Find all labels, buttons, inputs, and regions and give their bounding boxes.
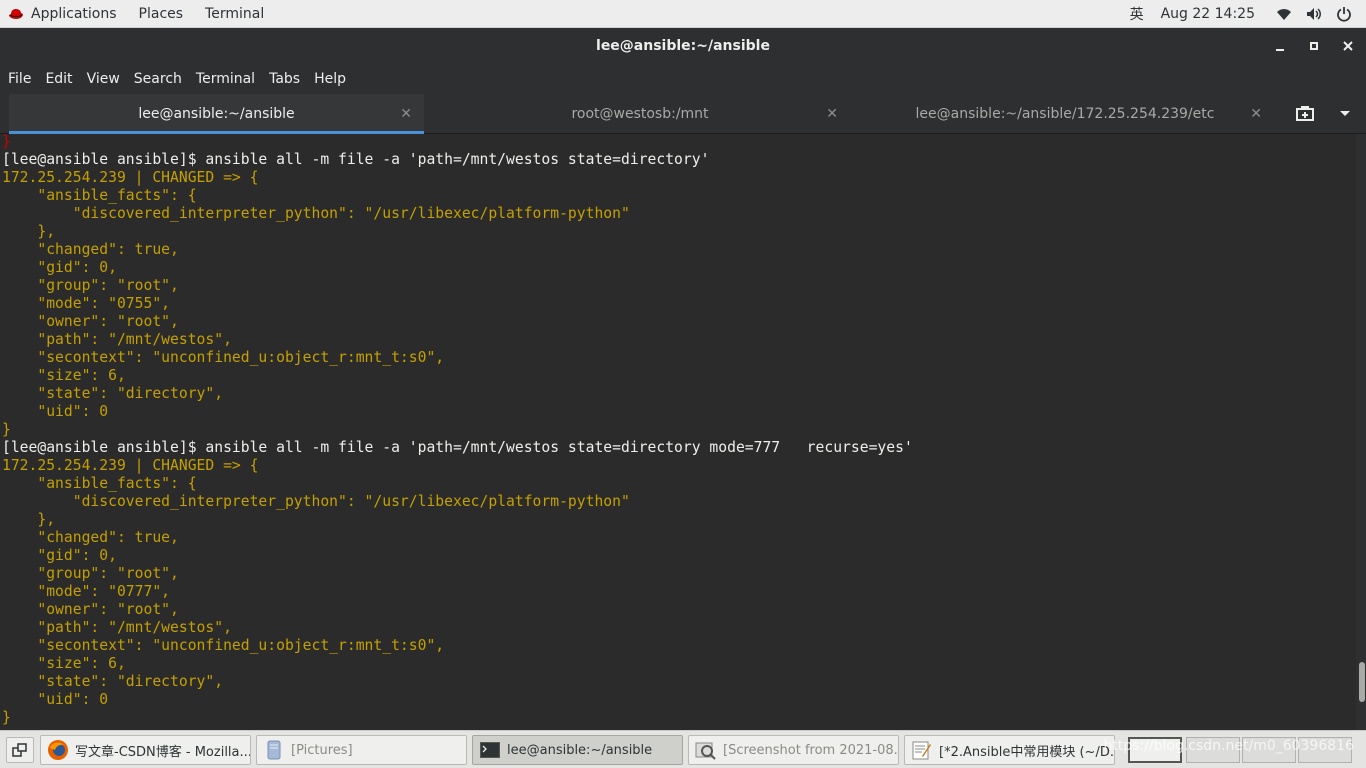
terminal-line: "group": "root", xyxy=(2,277,179,294)
tab-label: lee@ansible:~/ansible/172.25.254.239/etc xyxy=(915,106,1215,122)
terminal-line: "owner": "root", xyxy=(2,313,179,330)
terminal-app-menu[interactable]: Terminal xyxy=(194,0,275,28)
tab-lee-ansible[interactable]: lee@ansible:~/ansible ✕ xyxy=(9,94,424,134)
menu-search[interactable]: Search xyxy=(127,64,189,94)
terminal-line: } xyxy=(2,709,11,726)
taskbar-item-label: 写文章-CSDN博客 - Mozilla... xyxy=(75,744,251,760)
taskbar-item-screenshot[interactable]: [Screenshot from 2021-08... xyxy=(688,735,899,765)
scrollbar-thumb[interactable] xyxy=(1359,662,1365,702)
tab-root-westosb[interactable]: root@westosb:/mnt ✕ xyxy=(430,94,850,134)
menu-terminal[interactable]: Terminal xyxy=(189,64,262,94)
input-method-indicator[interactable]: 英 xyxy=(1123,4,1151,24)
terminal-line: "secontext": "unconfined_u:object_r:mnt_… xyxy=(2,637,445,654)
terminal-line: "group": "root", xyxy=(2,565,179,582)
terminal-line: 172.25.254.239 | CHANGED => { xyxy=(2,457,259,474)
taskbar-item-text-editor[interactable]: [*2.Ansible中常用模块 (~/D... xyxy=(904,735,1115,765)
taskbar-item-label: [Pictures] xyxy=(291,742,353,758)
menu-view[interactable]: View xyxy=(80,64,127,94)
terminal-line: } xyxy=(2,134,11,150)
terminal-line: "mode": "0755", xyxy=(2,295,171,312)
taskbar-item-label: lee@ansible:~/ansible xyxy=(507,742,653,758)
terminal-line: } xyxy=(2,421,11,438)
power-icon[interactable] xyxy=(1329,6,1366,22)
terminal-line: "owner": "root", xyxy=(2,601,179,618)
places-menu[interactable]: Places xyxy=(128,0,195,28)
tabs-dropdown-icon[interactable] xyxy=(1330,94,1360,134)
terminal-line: "state": "directory", xyxy=(2,385,224,402)
terminal-line: 172.25.254.239 | CHANGED => { xyxy=(2,169,259,186)
terminal-line: [lee@ansible ansible]$ ansible all -m fi… xyxy=(2,151,710,168)
tab-label: root@westosb:/mnt xyxy=(571,106,709,122)
maximize-button[interactable] xyxy=(1299,28,1329,64)
new-tab-icon[interactable] xyxy=(1290,94,1320,134)
folder-icon xyxy=(263,739,285,761)
tab-label: lee@ansible:~/ansible xyxy=(138,106,295,122)
tab-bar: lee@ansible:~/ansible ✕ root@westosb:/mn… xyxy=(0,94,1366,134)
terminal-line: "size": 6, xyxy=(2,367,126,384)
volume-icon[interactable] xyxy=(1299,7,1329,21)
terminal-line: "secontext": "unconfined_u:object_r:mnt_… xyxy=(2,349,445,366)
terminal-line: "changed": true, xyxy=(2,241,179,258)
terminal-line: "uid": 0 xyxy=(2,691,109,708)
taskbar-item-terminal[interactable]: lee@ansible:~/ansible xyxy=(472,735,683,765)
watermark-text: https://blog.csdn.net/m0_60396816 xyxy=(1103,738,1354,754)
taskbar-item-firefox[interactable]: 写文章-CSDN博客 - Mozilla... xyxy=(40,735,251,765)
terminal-line: "path": "/mnt/westos", xyxy=(2,619,232,636)
terminal-lines: } [lee@ansible ansible]$ ansible all -m f… xyxy=(2,134,913,727)
terminal-line: "discovered_interpreter_python": "/usr/l… xyxy=(2,205,630,222)
clock[interactable]: Aug 22 14:25 xyxy=(1151,6,1269,22)
terminal-line: "gid": 0, xyxy=(2,259,117,276)
applications-menu[interactable]: Applications xyxy=(0,0,128,28)
applications-label: Applications xyxy=(31,5,117,22)
minimize-button[interactable] xyxy=(1265,28,1295,64)
menu-bar: File Edit View Search Terminal Tabs Help xyxy=(0,64,1366,94)
terminal-line: "mode": "0777", xyxy=(2,583,171,600)
menu-edit[interactable]: Edit xyxy=(38,64,79,94)
wifi-icon[interactable] xyxy=(1269,7,1299,21)
close-window-button[interactable] xyxy=(1333,28,1363,64)
redhat-icon xyxy=(8,8,24,20)
taskbar-item-pictures[interactable]: [Pictures] xyxy=(256,735,467,765)
text-editor-icon xyxy=(911,739,933,761)
terminal-line: }, xyxy=(2,223,56,240)
top-bar: Applications Places Terminal 英 Aug 22 14… xyxy=(0,0,1366,28)
terminal-scrollbar[interactable] xyxy=(1356,134,1366,730)
taskbar-item-label: [*2.Ansible中常用模块 (~/D... xyxy=(939,744,1115,760)
terminal-line: "gid": 0, xyxy=(2,547,117,564)
menu-help[interactable]: Help xyxy=(307,64,353,94)
firefox-icon xyxy=(47,739,69,761)
screenshot-icon xyxy=(695,739,717,761)
taskbar-item-label: [Screenshot from 2021-08... xyxy=(723,742,899,758)
close-tab-icon[interactable]: ✕ xyxy=(826,94,838,134)
menu-file[interactable]: File xyxy=(1,64,38,94)
terminal-line: "ansible_facts": { xyxy=(2,475,197,492)
terminal-line: "discovered_interpreter_python": "/usr/l… xyxy=(2,493,630,510)
terminal-line: "path": "/mnt/westos", xyxy=(2,331,232,348)
close-tab-icon[interactable]: ✕ xyxy=(1250,94,1262,134)
terminal-line: "uid": 0 xyxy=(2,403,109,420)
terminal-line: "changed": true, xyxy=(2,529,179,546)
terminal-line: "ansible_facts": { xyxy=(2,187,197,204)
terminal-line: "state": "directory", xyxy=(2,673,224,690)
show-desktop-icon[interactable] xyxy=(6,737,34,763)
close-tab-icon[interactable]: ✕ xyxy=(400,94,412,134)
terminal-icon xyxy=(479,739,501,761)
tab-lee-ansible-etc[interactable]: lee@ansible:~/ansible/172.25.254.239/etc… xyxy=(856,94,1274,134)
terminal-line: }, xyxy=(2,511,56,528)
window-titlebar[interactable]: lee@ansible:~/ansible xyxy=(0,28,1366,64)
terminal-output[interactable]: } [lee@ansible ansible]$ ansible all -m f… xyxy=(0,134,1356,730)
window-title: lee@ansible:~/ansible xyxy=(596,38,770,54)
terminal-line: [lee@ansible ansible]$ ansible all -m fi… xyxy=(2,439,913,456)
terminal-line: "size": 6, xyxy=(2,655,126,672)
menu-tabs[interactable]: Tabs xyxy=(262,64,307,94)
